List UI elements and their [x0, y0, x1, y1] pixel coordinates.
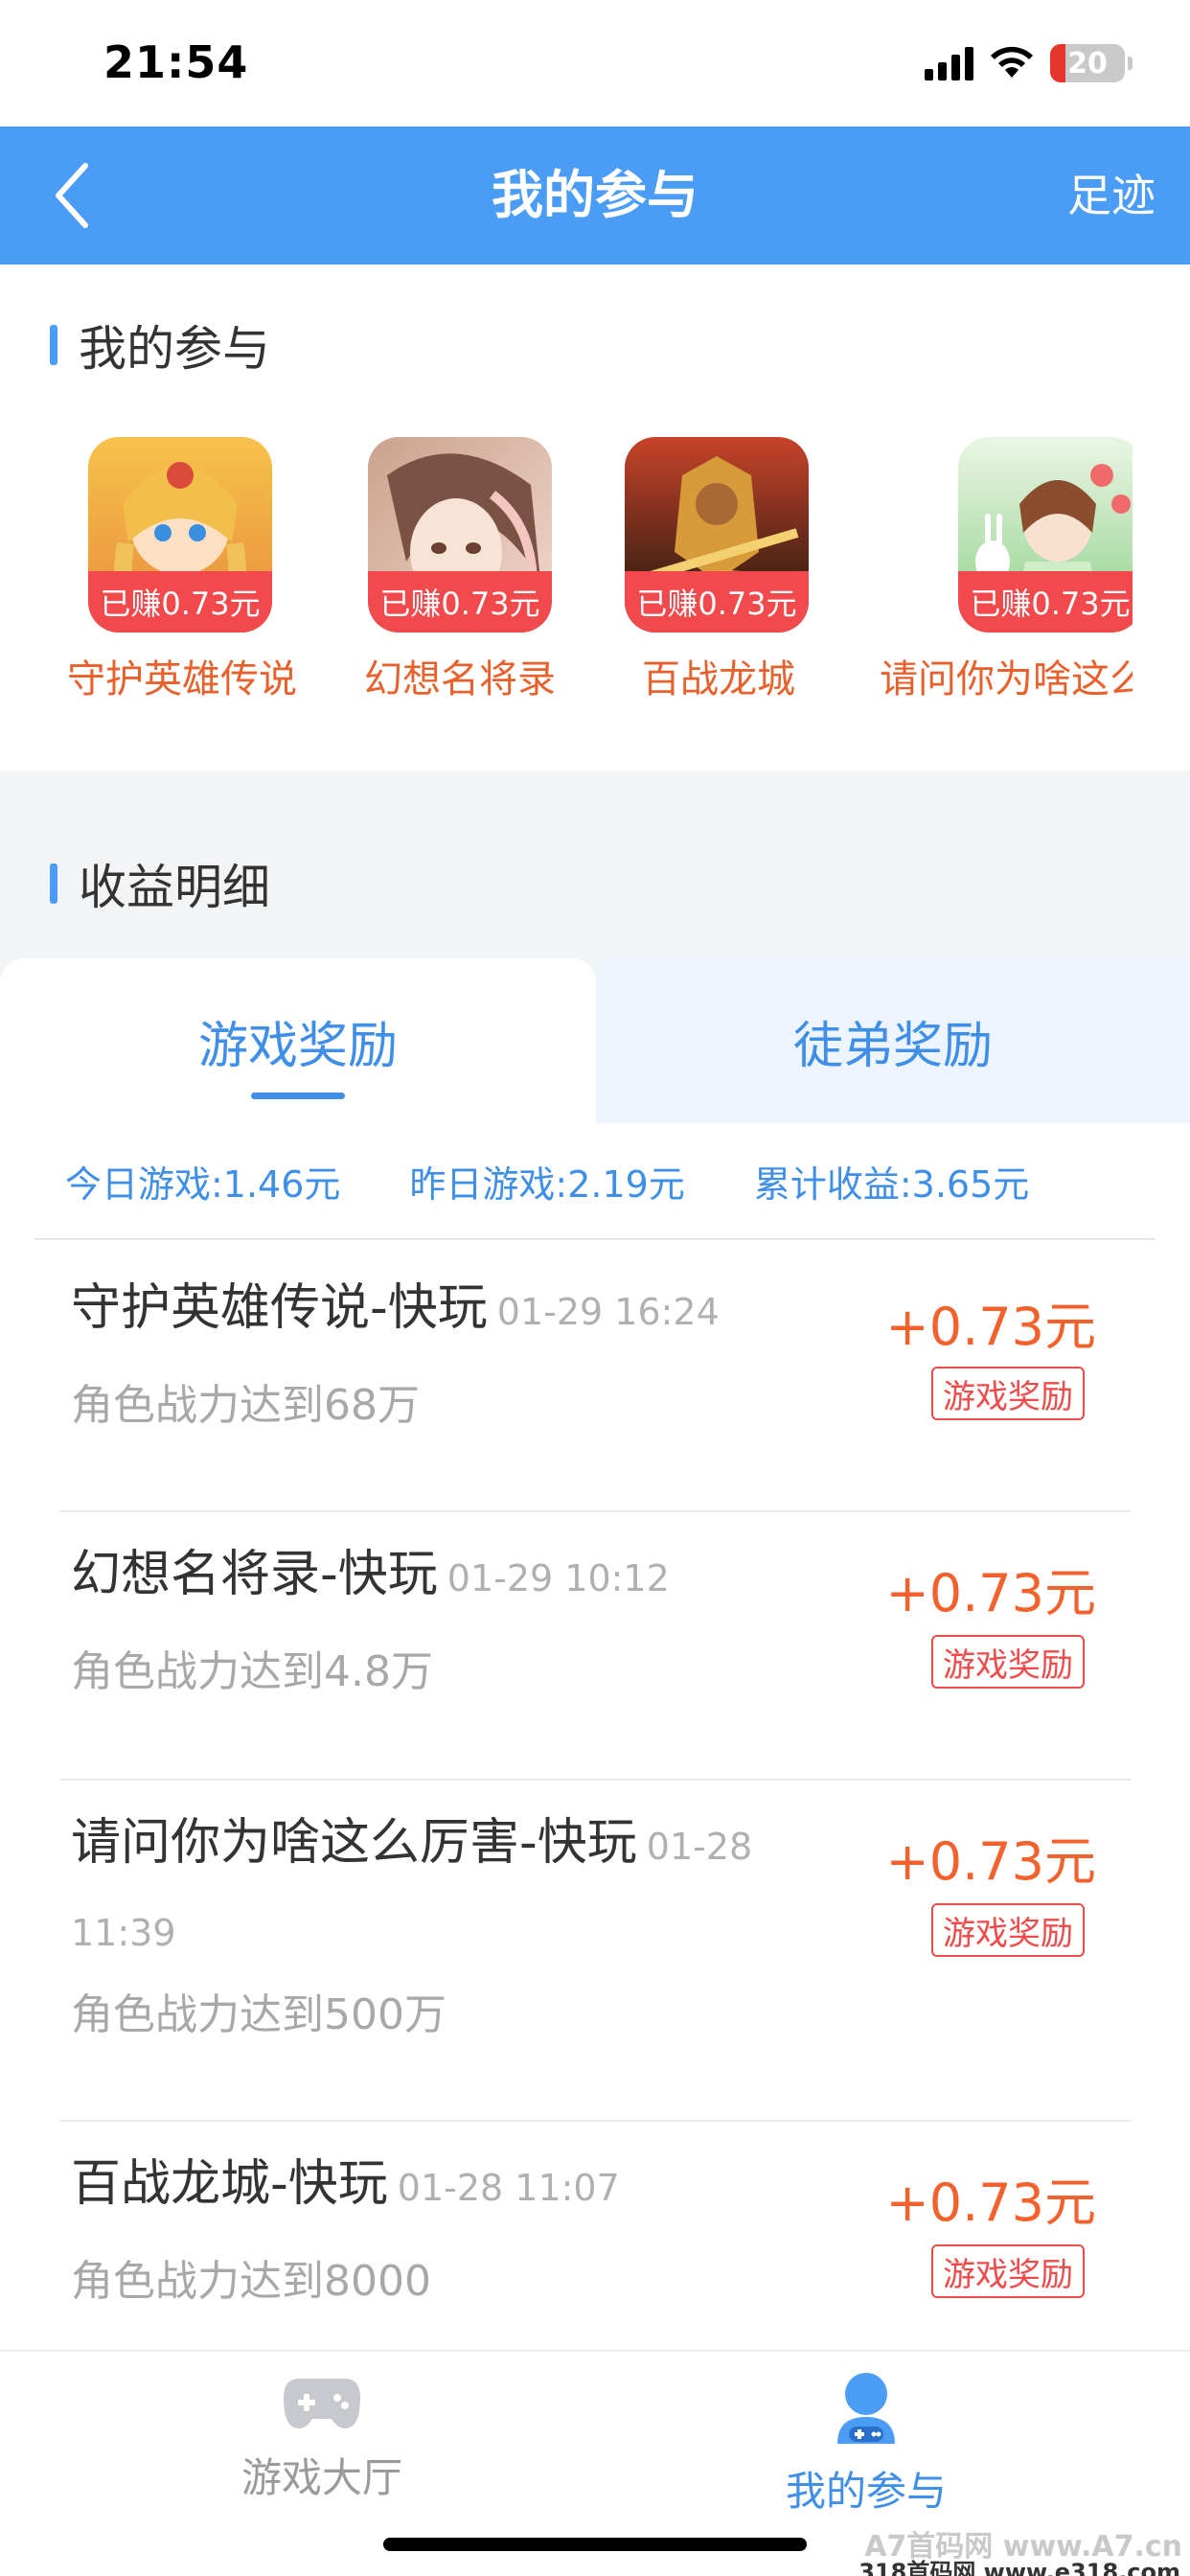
record-title: 幻想名将录-快玩 01-29 10:12	[71, 1546, 670, 1603]
record-amount: +0.73元	[885, 1297, 1096, 1357]
earnings-tabs: 游戏奖励 徒弟奖励	[0, 958, 1190, 1123]
game-name: 百战龙城	[642, 657, 795, 702]
record-description: 角色战力达到68万	[71, 1381, 420, 1430]
game-name: 守护英雄传说	[67, 657, 297, 702]
record-date: 01-29 16:24	[496, 1291, 720, 1333]
status-icons: 20	[925, 42, 1133, 84]
earnings-heading-area: 收益明细	[0, 770, 1190, 958]
record-amount: +0.73元	[885, 1563, 1096, 1623]
list-item[interactable]: 百战龙城-快玩 01-28 11:07 角色战力达到8000 +0.73元 游戏奖…	[59, 2122, 1131, 2350]
yesterday-earnings: 昨日游戏:2.19元	[409, 1162, 685, 1206]
record-description: 角色战力达到500万	[71, 1990, 446, 2039]
game-item[interactable]: 已赚0.73元 幻想名将录	[364, 437, 655, 702]
tab-label: 游戏大厅	[240, 2454, 402, 2501]
earnings-summary: 今日游戏:1.46元 昨日游戏:2.19元 累计收益:3.65元	[34, 1123, 1156, 1240]
record-date: 01-28 11:07	[397, 2167, 620, 2209]
record-title: 百战龙城-快玩 01-28 11:07	[71, 2155, 620, 2213]
page-title: 我的参与	[492, 165, 698, 225]
list-item[interactable]: 守护英雄传说-快玩 01-29 16:24 角色战力达到68万 +0.73元 游戏…	[59, 1242, 1131, 1512]
game-name: 幻想名将录	[364, 657, 556, 702]
record-title: 请问你为啥这么厉害-快玩 01-28 11:39	[71, 1814, 753, 1954]
game-icon: 已赚0.73元	[88, 437, 272, 632]
record-title: 守护英雄传说-快玩 01-29 16:24	[71, 1279, 720, 1337]
active-tab-indicator	[251, 1092, 345, 1099]
tab-my-participation[interactable]: 我的参与	[722, 2371, 1010, 2518]
earned-badge: 已赚0.73元	[88, 571, 272, 632]
game-name: 请问你为啥这么	[880, 657, 1133, 702]
earned-badge: 已赚0.73元	[368, 571, 552, 632]
record-tag: 游戏奖励	[931, 1903, 1085, 1957]
tab-label: 游戏奖励	[197, 1017, 398, 1075]
home-indicator	[383, 2538, 807, 2551]
earned-badge: 已赚0.73元	[958, 571, 1133, 632]
user-gamepad-icon	[837, 2373, 895, 2444]
earned-badge: 已赚0.73元	[625, 571, 809, 632]
record-description: 角色战力达到8000	[71, 2257, 431, 2306]
battery-icon: 20	[1050, 44, 1125, 82]
status-time: 21:54	[103, 36, 249, 88]
game-item[interactable]: 已赚0.73元 百战龙城	[625, 437, 912, 702]
tab-apprentice-rewards[interactable]: 徒弟奖励	[596, 958, 1190, 1123]
battery-percent: 20	[1067, 46, 1108, 80]
game-icon: 已赚0.73元	[625, 437, 809, 632]
game-icon: 已赚0.73元	[958, 437, 1133, 632]
record-amount: +0.73元	[885, 2173, 1096, 2233]
record-description: 角色战力达到4.8万	[71, 1647, 433, 1696]
tab-label: 我的参与	[785, 2468, 947, 2515]
record-date: 01-29 10:12	[446, 1557, 670, 1599]
list-item[interactable]: 请问你为啥这么厉害-快玩 01-28 11:39 角色战力达到500万 +0.73…	[59, 1781, 1131, 2122]
gamepad-icon	[284, 2379, 360, 2428]
record-tag: 游戏奖励	[931, 1635, 1085, 1689]
participation-heading: 我的参与	[50, 310, 270, 380]
record-tag: 游戏奖励	[931, 2244, 1085, 2298]
record-amount: +0.73元	[885, 1831, 1096, 1892]
total-earnings: 累计收益:3.65元	[753, 1162, 1030, 1206]
game-item[interactable]: 已赚0.73元 守护英雄传说	[67, 437, 376, 702]
participated-games-list[interactable]: 已赚0.73元 守护英雄传说 已赚0.73元 幻想名将录 已赚0.73元 百战龙…	[0, 437, 1133, 744]
earnings-heading: 收益明细	[50, 849, 270, 918]
status-bar: 21:54 20	[0, 0, 1190, 126]
participation-section: 我的参与 已赚0.73元 守护英雄传说 已赚0.73元 幻想名将录 已赚0.73…	[0, 264, 1190, 770]
earnings-list: 今日游戏:1.46元 昨日游戏:2.19元 累计收益:3.65元 守护英雄传说-…	[0, 1123, 1190, 2350]
wifi-icon	[991, 46, 1033, 78]
tab-label: 徒弟奖励	[792, 1017, 993, 1075]
list-item[interactable]: 幻想名将录-快玩 01-29 10:12 角色战力达到4.8万 +0.73元 游戏…	[59, 1512, 1131, 1781]
today-earnings: 今日游戏:1.46元	[65, 1162, 341, 1206]
tab-game-hall[interactable]: 游戏大厅	[178, 2371, 466, 2504]
game-icon: 已赚0.73元	[368, 437, 552, 632]
cellular-signal-icon	[925, 46, 973, 80]
watermark-bottom: 318首码网 www.e318.com	[858, 2559, 1180, 2576]
nav-bar: 我的参与 足迹	[0, 126, 1190, 264]
footprint-link[interactable]: 足迹	[1067, 126, 1156, 264]
record-tag: 游戏奖励	[931, 1367, 1085, 1420]
game-item[interactable]: 已赚0.73元 请问你为啥这么	[880, 437, 1133, 702]
